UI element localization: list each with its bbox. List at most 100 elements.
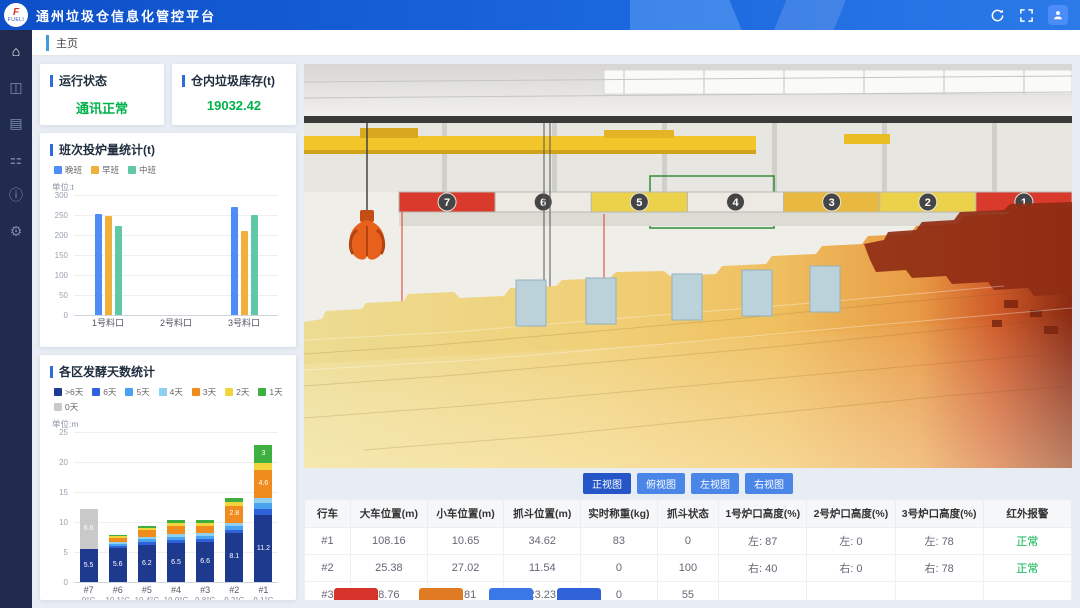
ferment-days-chart: 05101520255.56.6#79°C5.6#610.1°C6.2#510.…: [50, 432, 286, 600]
table-row[interactable]: #1108.1610.6534.62830左: 87左: 0左: 78正常: [305, 528, 1072, 555]
sidebar-item-monitor[interactable]: ⚏: [10, 152, 23, 166]
sidebar-item-home[interactable]: ⌂: [12, 44, 20, 58]
pit-3d-scene: 7654321: [304, 64, 1072, 468]
x-axis-label: #410.9°C: [161, 585, 190, 600]
view-button-2[interactable]: 俯视图: [637, 473, 685, 494]
legend-item[interactable]: 晚班: [54, 164, 82, 176]
column-header: 抓斗位置(m): [504, 500, 581, 528]
bar-segment: [138, 530, 156, 537]
y-axis-label: 50: [50, 291, 68, 300]
table-cell: 27.02: [427, 555, 504, 582]
column-header: 大车位置(m): [351, 500, 428, 528]
bar-segment: [109, 542, 127, 544]
legend-item[interactable]: 4天: [159, 386, 183, 398]
crane-part-right: [844, 134, 890, 144]
chart-unit: 单位:m: [52, 418, 286, 430]
legend-item[interactable]: 6天: [92, 386, 116, 398]
legend-item[interactable]: 5天: [125, 386, 149, 398]
gridline: [74, 462, 278, 463]
status-card-title: 仓内垃圾库存(t): [182, 72, 286, 89]
chart-title: 各区发酵天数统计: [50, 363, 286, 380]
legend-item[interactable]: 0天: [54, 401, 78, 413]
x-axis-label: #19.1°C: [249, 585, 278, 600]
main-beam: [304, 116, 1072, 123]
table-cell: 0: [657, 528, 718, 555]
legend-item[interactable]: 早班: [91, 164, 119, 176]
zone-markers: 7654321: [399, 192, 1072, 212]
status-row: 运行状态 通讯正常 仓内垃圾库存(t) 19032.42: [40, 64, 296, 125]
y-axis-label: 150: [50, 251, 68, 260]
y-axis-label: 15: [50, 488, 68, 497]
sidebar-item-settings[interactable]: ⚙: [10, 224, 23, 238]
y-axis-label: 10: [50, 518, 68, 527]
zone-number: 2: [925, 197, 931, 209]
crane-bridge: [304, 136, 756, 152]
bar: [105, 216, 112, 315]
y-axis-label: 0: [50, 311, 68, 320]
legend-item[interactable]: 中班: [128, 164, 156, 176]
legend-item[interactable]: >6天: [54, 386, 83, 398]
y-axis-label: 200: [50, 231, 68, 240]
status-card-title: 运行状态: [50, 72, 154, 89]
bar-segment: 6.6: [80, 509, 98, 549]
legend-item[interactable]: 1天: [258, 386, 282, 398]
chart-title: 班次投炉量统计(t): [50, 141, 286, 158]
bar-segment: [167, 537, 185, 540]
bottom-button-2[interactable]: [419, 588, 463, 600]
refresh-icon[interactable]: [990, 8, 1005, 23]
bar-segment: [138, 542, 156, 544]
y-axis-label: 0: [50, 578, 68, 587]
user-icon[interactable]: [1048, 5, 1068, 25]
bar-segment: [254, 463, 272, 470]
bottom-button-4[interactable]: [557, 588, 601, 600]
breadcrumb: 主页: [32, 30, 1080, 56]
bar-segment: 5.5: [80, 549, 98, 582]
table-cell: 左: 87: [719, 528, 807, 555]
view-button-4[interactable]: 右视图: [745, 473, 793, 494]
bar-segment: [196, 526, 214, 534]
bar-segment: [225, 502, 243, 506]
table-cell: 左: 0: [807, 528, 895, 555]
table-cell: 0: [581, 555, 658, 582]
zone-number: 3: [829, 197, 835, 209]
bar-segment: [196, 520, 214, 523]
crane-status-table: 行车大车位置(m)小车位置(m)抓斗位置(m)实时称重(kg)抓斗状态1号炉口高…: [304, 499, 1072, 600]
column-header: 行车: [305, 500, 351, 528]
breadcrumb-home[interactable]: 主页: [46, 35, 78, 51]
y-axis-label: 5: [50, 548, 68, 557]
sidebar-item-records[interactable]: ▤: [9, 116, 22, 130]
column-header: 红外报警: [983, 500, 1071, 528]
bar-segment: [196, 536, 214, 539]
legend-item[interactable]: 2天: [225, 386, 249, 398]
chart-unit: 单位:t: [52, 181, 286, 193]
bar-segment: [138, 539, 156, 542]
view-button-1[interactable]: 正视图: [583, 473, 631, 494]
content: 主页 运行状态 通讯正常 仓内垃圾库存(t) 19032.42 班次投炉量统计(…: [32, 30, 1080, 608]
chart-legend: 晚班早班中班: [54, 164, 286, 176]
status-card-run: 运行状态 通讯正常: [40, 64, 164, 125]
fullscreen-icon[interactable]: [1019, 8, 1034, 23]
status-card-stock: 仓内垃圾库存(t) 19032.42: [172, 64, 296, 125]
bar-segment: [225, 523, 243, 527]
view-button-3[interactable]: 左视图: [691, 473, 739, 494]
table-row[interactable]: #225.3827.0211.540100右: 40右: 0右: 78正常: [305, 555, 1072, 582]
crane-trolley: [360, 128, 418, 138]
bar-segment: 2.8: [225, 506, 243, 523]
table-cell: 25.38: [351, 555, 428, 582]
sidebar-item-statistics[interactable]: ◫: [9, 80, 22, 94]
bar-segment: 8.1: [225, 533, 243, 582]
pit-3d-view[interactable]: 7654321: [304, 64, 1072, 468]
bottom-button-1[interactable]: [334, 588, 378, 600]
bar-segment: [167, 520, 185, 523]
crane-part: [604, 130, 674, 138]
y-axis-label: 250: [50, 211, 68, 220]
table-cell: 11.54: [504, 555, 581, 582]
sidebar-item-about[interactable]: ⓘ: [9, 188, 23, 202]
legend-item[interactable]: 3天: [192, 386, 216, 398]
x-axis-label: #39.8°C: [191, 585, 220, 600]
bar-segment: [167, 534, 185, 537]
bar-segment: [109, 544, 127, 546]
zone-number: 5: [636, 197, 642, 209]
x-axis-label: #510.4°C: [132, 585, 161, 600]
bottom-button-3[interactable]: [489, 588, 533, 600]
